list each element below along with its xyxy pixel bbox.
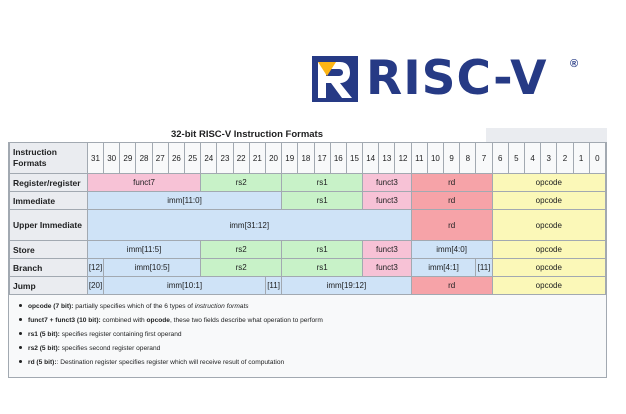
bit-index: 30: [103, 142, 121, 174]
field-cell: imm[10:1]: [103, 276, 266, 295]
bit-index: 22: [232, 142, 250, 174]
field-cell: funct3: [362, 191, 412, 210]
field-cell: [11]: [264, 276, 283, 295]
field-cell: imm[4:0]: [410, 240, 493, 259]
field-cell: imm[19:12]: [281, 276, 412, 295]
field-cell: opcode: [491, 209, 607, 241]
instruction-format-table: Instruction Formats 31 30 29 28 27 26 25 24 23 22 2…: [9, 142, 607, 295]
bit-index: 18: [297, 142, 315, 174]
bit-index: 19: [281, 142, 299, 174]
registered-mark: ®: [570, 58, 579, 70]
note-item: funct7 + funct3 (10 bit): combined with …: [16, 314, 601, 328]
bit-index: 25: [184, 142, 202, 174]
format-row: Branch [12] imm[10:5] rs2 rs1 funct3 imm[4:1][…: [9, 258, 607, 277]
field-cell: imm[4:1]: [410, 258, 477, 277]
bit-index: 7: [475, 142, 493, 174]
field-cell: rs1: [281, 258, 364, 277]
bit-index: 23: [216, 142, 234, 174]
risc-v-mark-icon: [312, 56, 358, 102]
format-name: Immediate: [9, 191, 88, 210]
field-cell: imm[11:5]: [86, 240, 202, 259]
field-cell: rs2: [200, 173, 283, 192]
field-cell: rs1: [281, 240, 364, 259]
field-cell: rd: [410, 173, 493, 192]
bit-index: 12: [394, 142, 412, 174]
bit-index: 1: [572, 142, 590, 174]
field-cell: funct3: [362, 173, 412, 192]
bit-index: 16: [329, 142, 347, 174]
note-item: opcode (7 bit): partially specifies whic…: [16, 300, 601, 314]
format-row: Upper Immediate imm[31:12] rd opcode: [9, 209, 607, 241]
field-cell: rd: [410, 209, 493, 241]
bit-index: 0: [588, 142, 607, 174]
bit-index: 29: [119, 142, 137, 174]
format-row: Store imm[11:5] rs2 rs1 funct3 imm[4:0] opcode: [9, 240, 607, 259]
field-cell: imm[10:5]: [103, 258, 202, 277]
format-name: Branch: [9, 258, 88, 277]
bit-index: 31: [86, 142, 105, 174]
bit-index: 3: [540, 142, 558, 174]
bullet-icon: [19, 332, 22, 336]
bullet-icon: [19, 360, 22, 364]
bullet-icon: [19, 346, 22, 350]
bit-index: 28: [135, 142, 153, 174]
field-cell: rs2: [200, 258, 283, 277]
bit-index: 2: [556, 142, 574, 174]
bit-index: 9: [443, 142, 461, 174]
bit-index: 14: [362, 142, 380, 174]
field-cell: imm[31:12]: [86, 209, 412, 241]
field-notes: opcode (7 bit): partially specifies whic…: [16, 300, 601, 370]
bit-index: 24: [200, 142, 218, 174]
format-name: Jump: [9, 276, 88, 295]
field-cell: opcode: [491, 258, 607, 277]
bit-index: 6: [491, 142, 509, 174]
bit-index: 11: [410, 142, 428, 174]
note-item: rs2 (5 bit): specifies second register o…: [16, 342, 601, 356]
field-cell: rs2: [200, 240, 283, 259]
caption-filler: [486, 128, 607, 142]
note-item: rs1 (5 bit): specifies register containi…: [16, 328, 601, 342]
field-cell: imm[11:0]: [86, 191, 283, 210]
note-item: rd (5 bit):: Destination register specif…: [16, 356, 601, 370]
format-row: Register/register funct7 rs2 rs1 funct3 rd opc…: [9, 173, 607, 192]
field-cell: opcode: [491, 276, 607, 295]
header-label: Instruction Formats: [9, 142, 88, 174]
bit-index: 4: [523, 142, 542, 174]
bit-index: 15: [345, 142, 364, 174]
field-cell: [12]: [86, 258, 105, 277]
format-row: Immediate imm[11:0] rs1 funct3 rd opcode: [9, 191, 607, 210]
bullet-icon: [19, 304, 22, 308]
field-cell: funct3: [362, 258, 412, 277]
bit-index: 13: [378, 142, 396, 174]
bit-index: 26: [167, 142, 186, 174]
bit-index: 20: [264, 142, 283, 174]
field-cell: rs1: [281, 173, 364, 192]
format-row: Jump [20] imm[10:1] [11] imm[19:12] rd opcode: [9, 276, 607, 295]
bit-index: 5: [507, 142, 525, 174]
bullet-icon: [19, 318, 22, 322]
bit-index: 10: [426, 142, 445, 174]
field-cell: opcode: [491, 240, 607, 259]
field-cell: rd: [410, 276, 493, 295]
bit-index: 21: [248, 142, 266, 174]
bit-index: 27: [151, 142, 169, 174]
field-cell: rd: [410, 191, 493, 210]
field-cell: opcode: [491, 173, 607, 192]
field-cell: [20]: [86, 276, 105, 295]
field-cell: rs1: [281, 191, 364, 210]
field-cell: funct7: [86, 173, 202, 192]
risc-v-logo: RISC-V ®: [312, 54, 582, 104]
field-cell: opcode: [491, 191, 607, 210]
table-caption: 32-bit RISC-V Instruction Formats: [8, 128, 486, 142]
bit-index: 17: [313, 142, 331, 174]
bit-index: 8: [459, 142, 477, 174]
field-cell: [11]: [475, 258, 493, 277]
format-name: Upper Immediate: [9, 209, 88, 241]
format-name: Store: [9, 240, 88, 259]
field-cell: funct3: [362, 240, 412, 259]
logo-wordmark: RISC-V: [366, 51, 548, 106]
format-name: Register/register: [9, 173, 88, 192]
